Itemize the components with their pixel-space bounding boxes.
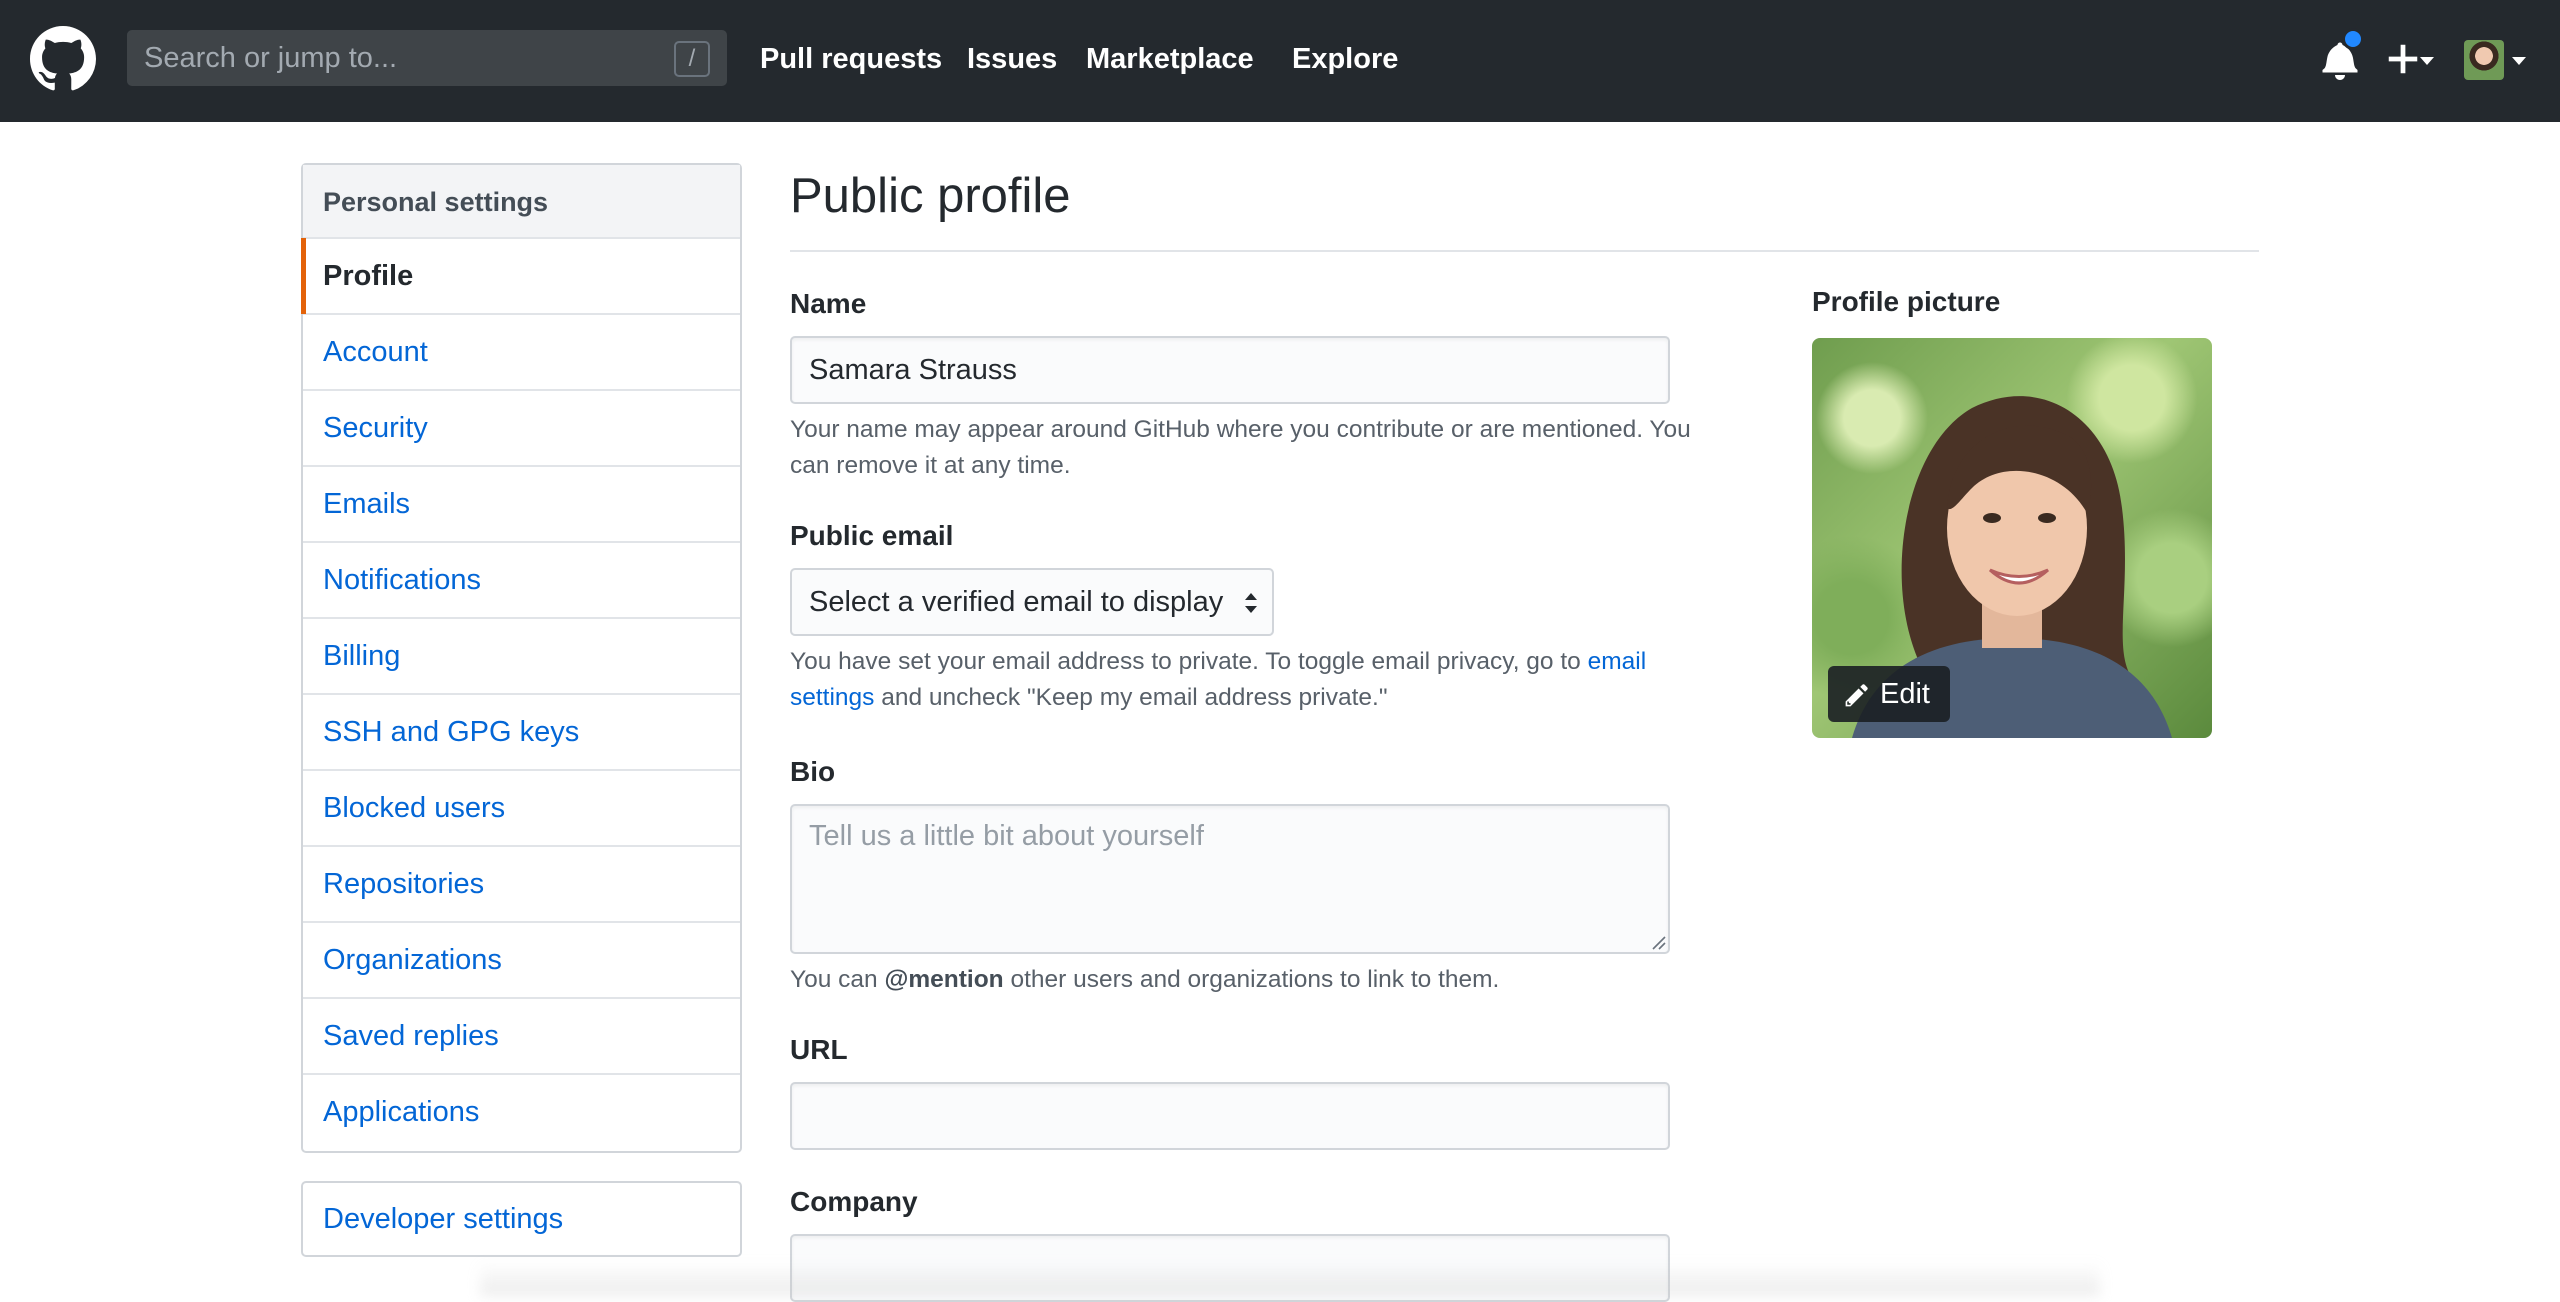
- select-arrows-icon: [1245, 593, 1257, 613]
- url-label: URL: [790, 1034, 848, 1065]
- user-avatar[interactable]: [2464, 40, 2504, 80]
- chevron-down-icon[interactable]: [2512, 57, 2526, 65]
- search-input[interactable]: [144, 41, 664, 75]
- sidebar-item-blocked-users[interactable]: Blocked users: [303, 771, 740, 847]
- sidebar-heading: Personal settings: [303, 165, 740, 239]
- page-title: Public profile: [790, 169, 1071, 223]
- bio-note-text-end: other users and organizations to link to…: [1003, 966, 1500, 993]
- sidebar-item-saved-replies[interactable]: Saved replies: [303, 999, 740, 1075]
- global-header: / Pull requests Issues Marketplace Explo…: [0, 0, 2560, 122]
- resize-grip-icon[interactable]: [1650, 934, 1666, 950]
- name-label: Name: [790, 288, 867, 319]
- sidebar-item-repositories[interactable]: Repositories: [303, 847, 740, 923]
- nav-issues[interactable]: Issues: [967, 40, 1057, 78]
- bio-note-text: You can: [790, 966, 885, 993]
- sidebar-item-organizations[interactable]: Organizations: [303, 923, 740, 999]
- public-email-select[interactable]: Select a verified email to display: [790, 568, 1274, 636]
- title-divider: [790, 250, 2259, 252]
- name-note: Your name may appear around GitHub where…: [790, 416, 1691, 479]
- sidebar-item-profile[interactable]: Profile: [301, 238, 740, 315]
- developer-settings-menu: Developer settings: [301, 1181, 742, 1257]
- pencil-icon: [1845, 684, 1868, 707]
- public-email-note-text: You have set your email address to priva…: [790, 648, 1588, 675]
- bio-label: Bio: [790, 756, 836, 787]
- url-field[interactable]: [790, 1082, 1670, 1150]
- edit-profile-picture-button[interactable]: Edit: [1828, 666, 1950, 722]
- search-box[interactable]: /: [127, 30, 727, 86]
- edit-label: Edit: [1880, 678, 1930, 710]
- nav-pull-requests[interactable]: Pull requests: [760, 40, 942, 78]
- sidebar-item-billing[interactable]: Billing: [303, 619, 740, 695]
- search-shortcut-key: /: [674, 41, 710, 77]
- sidebar-item-developer-settings[interactable]: Developer settings: [303, 1183, 740, 1255]
- bio-note-mention: @mention: [884, 966, 1004, 993]
- bio-note: You can @mention other users and organiz…: [790, 962, 1730, 998]
- sidebar-item-notifications[interactable]: Notifications: [303, 543, 740, 619]
- bottom-shadow: [480, 1262, 2100, 1296]
- name-field[interactable]: [790, 336, 1670, 404]
- chevron-down-icon[interactable]: [2420, 57, 2434, 65]
- bio-textarea[interactable]: [790, 804, 1670, 954]
- plus-icon[interactable]: [2384, 40, 2422, 78]
- public-email-selected: Select a verified email to display: [809, 586, 1224, 618]
- nav-marketplace[interactable]: Marketplace: [1086, 40, 1254, 78]
- notification-indicator: [2342, 28, 2364, 50]
- company-label: Company: [790, 1186, 918, 1217]
- github-octocat-icon[interactable]: [30, 26, 96, 92]
- profile-picture-label: Profile picture: [1812, 286, 2001, 317]
- sidebar-item-applications[interactable]: Applications: [303, 1075, 740, 1151]
- settings-sidebar: Personal settings Profile Account Securi…: [301, 163, 742, 1153]
- public-email-label: Public email: [790, 520, 954, 551]
- sidebar-item-emails[interactable]: Emails: [303, 467, 740, 543]
- nav-explore[interactable]: Explore: [1292, 40, 1398, 78]
- public-email-note: You have set your email address to priva…: [790, 644, 1730, 716]
- sidebar-item-ssh-gpg-keys[interactable]: SSH and GPG keys: [303, 695, 740, 771]
- sidebar-item-account[interactable]: Account: [303, 315, 740, 391]
- public-email-note-text-end: and uncheck "Keep my email address priva…: [874, 684, 1388, 711]
- sidebar-item-security[interactable]: Security: [303, 391, 740, 467]
